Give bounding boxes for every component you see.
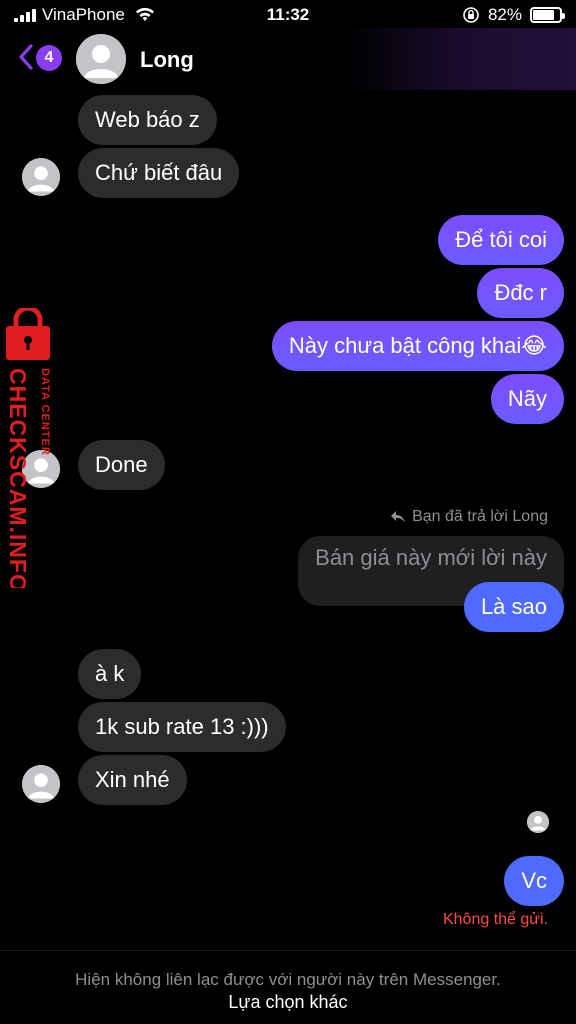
battery-fill <box>533 10 555 20</box>
watermark-brand: CHECKSCAM.INFO <box>5 368 31 588</box>
incoming-message[interactable]: Web báo z <box>78 95 217 145</box>
watermark-sub: DATA CENTER <box>39 368 51 456</box>
quoted-message-text: Bán giá này mới lời này <box>315 545 547 570</box>
default-avatar-icon <box>22 158 60 196</box>
battery-icon <box>530 7 565 23</box>
outgoing-message-failed[interactable]: Vc <box>504 856 564 906</box>
chat-header: 4 Long <box>0 28 576 90</box>
reply-indicator: Bạn đã trả lời Long <box>390 508 548 526</box>
seen-indicator-avatar <box>527 811 549 833</box>
contact-name[interactable]: Long <box>140 47 194 73</box>
reply-arrow-icon <box>391 511 406 523</box>
default-avatar-icon <box>22 765 60 803</box>
battery-percent: 82% <box>487 5 522 24</box>
reply-indicator-text: Bạn đã trả lời Long <box>412 508 548 525</box>
unread-count-badge[interactable]: 4 <box>36 45 62 71</box>
outgoing-message[interactable]: Đđc r <box>477 268 564 318</box>
footer-divider <box>0 950 576 951</box>
sender-avatar[interactable] <box>22 158 60 196</box>
contact-avatar[interactable] <box>76 34 126 84</box>
incoming-message[interactable]: Done <box>78 440 165 490</box>
unavailable-notice: Hiện không liên lạc được với người này t… <box>75 970 501 989</box>
status-bar: VinaPhone 11:32 82% <box>0 0 576 30</box>
back-chevron-icon[interactable] <box>18 44 34 70</box>
other-options-button[interactable]: Lựa chọn khác <box>0 992 576 1013</box>
outgoing-message[interactable]: Nãy <box>490 374 564 424</box>
incoming-message[interactable]: Chứ biết đâu <box>78 148 240 198</box>
sender-avatar[interactable] <box>22 765 60 803</box>
checkscam-watermark: CHECKSCAM.INFO DATA CENTER <box>5 308 51 588</box>
send-error-text[interactable]: Không thể gửi. <box>443 911 548 929</box>
status-right: 82% <box>462 5 565 25</box>
rotation-lock-icon <box>463 7 479 23</box>
outgoing-message[interactable]: Để tôi coi <box>438 215 564 265</box>
default-avatar-icon <box>527 811 549 833</box>
incoming-message[interactable]: 1k sub rate 13 :))) <box>78 702 286 752</box>
incoming-message[interactable]: à k <box>78 649 142 699</box>
outgoing-message[interactable]: Là sao <box>463 582 564 632</box>
outgoing-message[interactable]: Này chưa bật công khai😂 <box>271 321 564 371</box>
incoming-message[interactable]: Xin nhé <box>78 755 187 805</box>
default-avatar-icon <box>76 34 126 84</box>
padlock-icon <box>6 308 50 360</box>
